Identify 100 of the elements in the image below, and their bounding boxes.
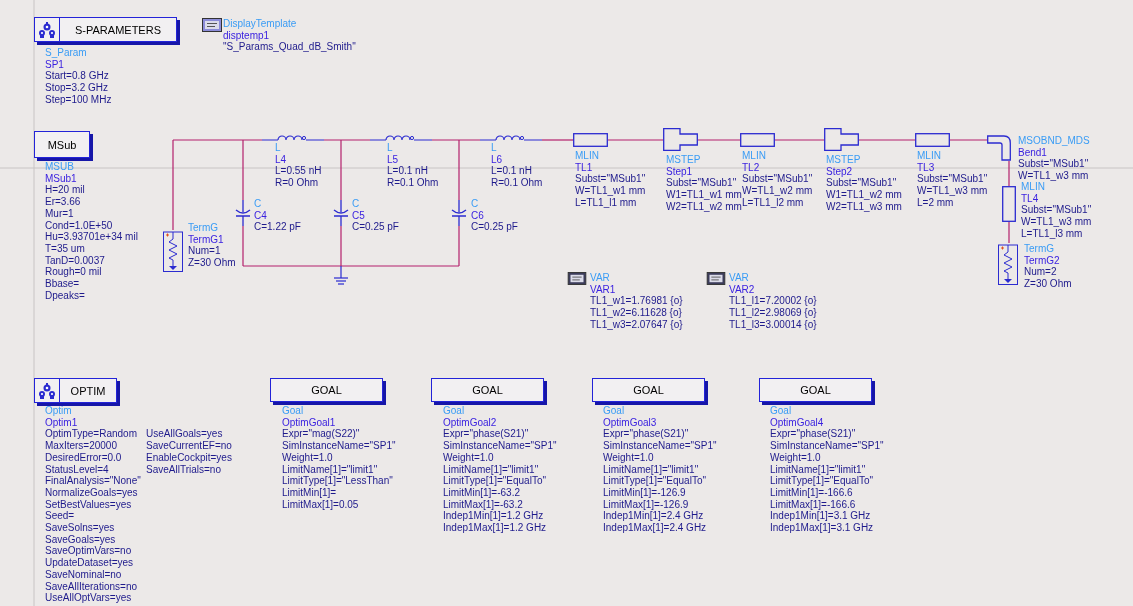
parameter-line: SimInstanceName="SP1" [770, 440, 884, 452]
parameter-line: DesiredError=0.0 [45, 451, 122, 464]
component-name: TermG1 [188, 233, 224, 246]
parameter-line: SimInstanceName="SP1" [603, 440, 717, 452]
component-name: TL1 [575, 161, 593, 174]
parameter-line: Subst="MSub1" [1018, 158, 1089, 171]
parameter-line: EnableCockpit=yes [146, 451, 232, 464]
component-name: OptimGoal3 [603, 416, 657, 429]
component-name: Step1 [666, 165, 693, 178]
parameter-line: L=TL1_l2 mm [742, 196, 804, 209]
parameter-line: SaveGoals=yes [45, 533, 116, 546]
bend-symbol [987, 135, 1011, 161]
parameter-line: MaxIters=20000 [45, 440, 117, 452]
parameter-line: Cond=1.0E+50 [45, 219, 113, 232]
parameter-line: TL1_l1=7.20002 {o} [729, 295, 817, 308]
component-name: L6 [491, 153, 503, 166]
wire [541, 139, 574, 141]
parameter-line: "S_Params_Quad_dB_Smith" [223, 41, 356, 54]
parameter-line: Er=3.66 [45, 196, 81, 208]
parameter-line: FinalAnalysis="None" [45, 475, 141, 487]
wire [697, 139, 741, 141]
component-name: Step2 [826, 165, 853, 178]
capacitor-symbol [449, 200, 469, 226]
component-name: L5 [387, 153, 399, 166]
parameter-line: Weight=1.0 [282, 451, 333, 464]
parameter-line: W=TL1_w1 mm [575, 185, 646, 197]
parameter-line: R=0.1 Ohm [387, 177, 439, 189]
port-terminal-drawing [998, 243, 1018, 285]
component-name: TermG2 [1024, 254, 1060, 267]
parameter-line: LimitName[1]="limit1" [443, 463, 539, 476]
component-name: OptimGoal4 [770, 416, 824, 429]
parameter-line: Indep1Min[1]=1.2 GHz [443, 510, 544, 523]
parameter-line: OptimType=Random [45, 428, 137, 441]
parameter-line: R=0 Ohm [275, 177, 319, 189]
ground-icon [333, 265, 349, 285]
parameter-line: Subst="MSub1" [742, 173, 813, 186]
parameter-line: LimitType[1]="EqualTo" [770, 475, 873, 487]
component-type: VAR [590, 272, 610, 284]
parameter-line: TL1_l2=2.98069 {o} [729, 307, 817, 319]
parameter-line: TL1_w3=2.07647 {o} [590, 318, 683, 331]
parameter-line: W1=TL1_w1 mm [666, 189, 742, 201]
component-name: TL3 [917, 161, 935, 174]
component-type: MSOBND_MDS [1018, 135, 1090, 147]
parameter-line: LimitType[1]="EqualTo" [603, 475, 706, 487]
component-type: MLIN [1021, 181, 1045, 193]
parameter-line: Subst="MSub1" [1021, 204, 1092, 217]
parameter-line: W=TL1_w2 mm [742, 185, 813, 197]
parameter-line: LimitMin[1]=-126.9 [603, 486, 686, 499]
parameter-line: LimitType[1]="LessThan" [282, 475, 393, 487]
parameter-line: SimInstanceName="SP1" [443, 440, 557, 452]
component-title-box: GOAL [431, 378, 544, 402]
parameter-line: L=0.1 nH [491, 165, 532, 178]
component-type: DisplayTemplate [223, 18, 297, 30]
component-type: MSTEP [666, 154, 701, 166]
gear-icon [38, 20, 56, 39]
component-title-box: GOAL [759, 378, 872, 402]
parameter-line: C=0.25 pF [471, 221, 518, 234]
parameter-line: Subst="MSub1" [666, 177, 737, 190]
parameter-line: L=0.55 nH [275, 165, 322, 178]
component-type: MSUB [45, 161, 74, 173]
component-title-box: S-PARAMETERS [34, 17, 177, 42]
parameter-line: LimitName[1]="limit1" [770, 463, 866, 476]
component-name: C6 [471, 209, 484, 222]
parameter-line: UseAllOptVars=yes [45, 592, 132, 604]
parameter-line: SaveAllTrials=no [146, 463, 221, 476]
component-name: VAR2 [729, 283, 755, 296]
parameter-line: LimitMin[1]=-63.2 [443, 486, 520, 499]
parameter-line: SaveOptimVars=no [45, 545, 132, 558]
component-type: Goal [282, 405, 304, 417]
parameter-line: W=TL1_w3 mm [1018, 170, 1089, 182]
parameter-line: SaveSolns=yes [45, 522, 115, 534]
parameter-line: L=TL1_l3 mm [1021, 227, 1083, 240]
parameter-line: L=0.1 nH [387, 165, 428, 178]
parameter-line: Z=30 Ohm [188, 257, 236, 269]
gear-icon [38, 381, 56, 400]
capacitor-symbol [233, 200, 253, 226]
component-name: C5 [352, 209, 365, 222]
component-type: S_Param [45, 47, 87, 59]
parameter-line: Z=30 Ohm [1024, 278, 1072, 290]
parameter-line: LimitName[1]="limit1" [282, 463, 378, 476]
parameter-line: LimitName[1]="limit1" [603, 463, 699, 476]
component-title-box: GOAL [270, 378, 383, 402]
component-name: Optim1 [45, 416, 78, 429]
parameter-line: TL1_l3=3.00014 {o} [729, 318, 817, 331]
component-name: disptemp1 [223, 29, 270, 42]
wire [949, 139, 988, 141]
parameter-line: Start=0.8 GHz [45, 70, 109, 83]
capacitor-symbol [331, 200, 351, 226]
parameter-line: Hu=3.93701e+34 mil [45, 231, 138, 243]
parameter-line: Num=1 [188, 245, 221, 258]
step-symbol [663, 128, 698, 151]
parameter-line: W1=TL1_w2 mm [826, 189, 902, 201]
component-type: Goal [443, 405, 465, 417]
parameter-line: Subst="MSub1" [826, 177, 897, 190]
component-type: TermG [188, 222, 218, 234]
parameter-line: SetBestValues=yes [45, 498, 132, 511]
component-type: MLIN [742, 150, 766, 162]
equation-icon [567, 272, 587, 285]
parameter-line: Seed= [45, 510, 75, 523]
component-name: OptimGoal2 [443, 416, 497, 429]
